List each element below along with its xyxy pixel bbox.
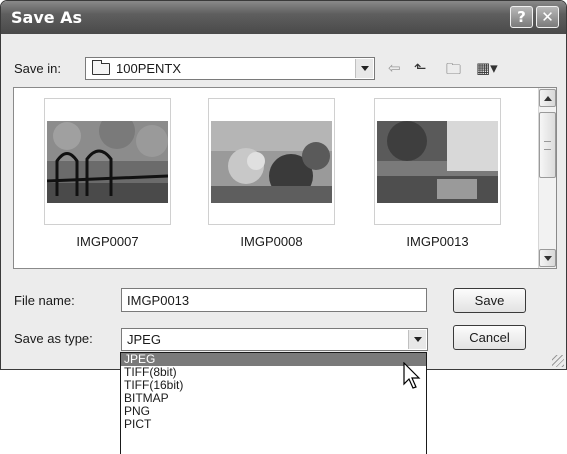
scroll-up-icon[interactable] <box>539 89 556 107</box>
save-as-type-value: JPEG <box>127 332 161 347</box>
save-as-type-dropdown[interactable]: JPEG <box>121 328 428 351</box>
file-item[interactable] <box>208 98 335 225</box>
title-bar[interactable]: Save As ? ✕ <box>1 1 566 34</box>
file-name-input[interactable] <box>121 288 427 312</box>
chevron-down-icon[interactable] <box>355 59 373 78</box>
file-name-label: IMGP0008 <box>240 234 303 249</box>
file-item[interactable] <box>44 98 171 225</box>
file-name-label: IMGP0007 <box>76 234 139 249</box>
type-option-bitmap[interactable]: BITMAP <box>121 392 426 405</box>
cancel-button[interactable]: Cancel <box>453 325 526 350</box>
file-item[interactable] <box>374 98 501 225</box>
views-menu-icon[interactable]: ▦▾ <box>476 59 498 77</box>
thumbnail-image <box>211 121 332 203</box>
up-folder-icon[interactable]: ⬑ <box>414 59 427 77</box>
save-as-dialog: Save As ? ✕ Save in: 100PENTX ⇦ ⬑ 🗀 ▦▾ I… <box>0 0 567 370</box>
vertical-scrollbar[interactable] <box>538 88 556 268</box>
thumbnail-image <box>47 121 168 203</box>
save-in-dropdown[interactable]: 100PENTX <box>85 57 375 80</box>
type-option-pict[interactable]: PICT <box>121 418 426 431</box>
dialog-title: Save As <box>11 8 83 27</box>
scrollbar-thumb[interactable] <box>539 112 556 178</box>
close-button[interactable]: ✕ <box>536 6 559 28</box>
mouse-pointer-icon <box>403 362 421 389</box>
chevron-down-icon[interactable] <box>408 330 426 349</box>
thumbnail-image <box>377 121 498 203</box>
file-name-label: IMGP0013 <box>406 234 469 249</box>
save-in-label: Save in: <box>14 61 61 76</box>
type-option-png[interactable]: PNG <box>121 405 426 418</box>
save-in-value: 100PENTX <box>116 61 182 76</box>
help-button[interactable]: ? <box>510 6 533 28</box>
new-folder-icon[interactable]: 🗀 <box>446 59 461 78</box>
resize-grip[interactable] <box>552 355 564 367</box>
back-arrow-icon[interactable]: ⇦ <box>388 59 401 77</box>
save-button[interactable]: Save <box>453 288 526 313</box>
file-list-pane[interactable]: IMGP0007 IMGP0008 IMGP0013 <box>13 87 557 269</box>
save-as-type-label: Save as type: <box>14 331 93 346</box>
folder-icon <box>92 60 110 75</box>
file-name-field-label: File name: <box>14 293 75 308</box>
scroll-down-icon[interactable] <box>539 249 556 267</box>
save-as-type-options[interactable]: JPEG TIFF(8bit) TIFF(16bit) BITMAP PNG P… <box>120 352 427 454</box>
